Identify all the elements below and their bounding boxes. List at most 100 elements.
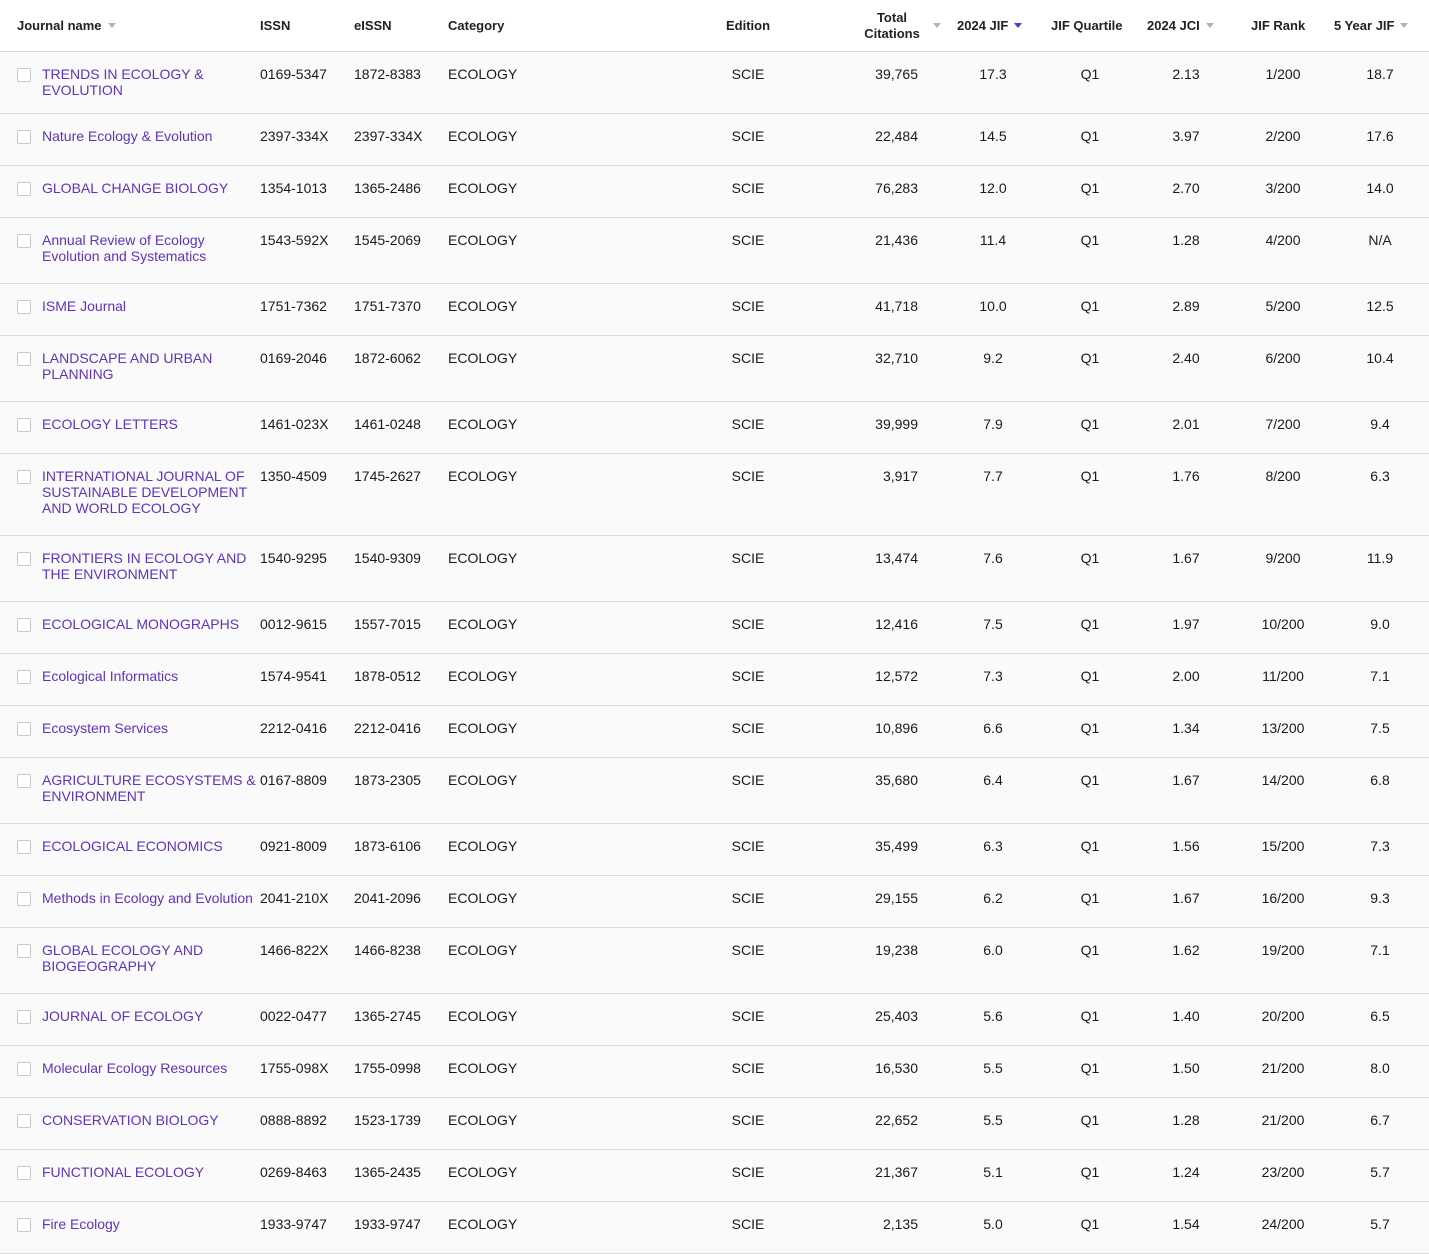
row-checkbox[interactable] xyxy=(17,552,31,566)
row-checkbox[interactable] xyxy=(17,1166,31,1180)
sort-caret-icon[interactable] xyxy=(1400,23,1409,28)
table-row: Ecosystem Services 2212-0416 2212-0416 ECOL… xyxy=(0,706,1429,758)
five-year-jif-cell: 18.7 xyxy=(1366,66,1394,82)
row-checkbox[interactable] xyxy=(17,418,31,432)
jif-cell: 11.4 xyxy=(979,232,1007,248)
column-header-2024-jci[interactable]: 2024 JCI xyxy=(1147,0,1214,51)
row-checkbox[interactable] xyxy=(17,722,31,736)
journal-name-link[interactable]: FUNCTIONAL ECOLOGY xyxy=(42,1164,260,1180)
journal-name-link[interactable]: ECOLOGICAL ECONOMICS xyxy=(42,838,260,854)
journal-name-link[interactable]: Nature Ecology & Evolution xyxy=(42,128,260,144)
total-citations-cell: 22,652 xyxy=(875,1112,918,1128)
journal-name-link[interactable]: JOURNAL OF ECOLOGY xyxy=(42,1008,260,1024)
table-row: ECOLOGICAL MONOGRAPHS 0012-9615 1557-7015 E… xyxy=(0,602,1429,654)
row-checkbox[interactable] xyxy=(17,130,31,144)
table-row: FRONTIERS IN ECOLOGY AND THE ENVIRONMENT… xyxy=(0,536,1429,602)
row-checkbox[interactable] xyxy=(17,840,31,854)
jif-rank-cell: 3/200 xyxy=(1265,180,1301,196)
edition-cell: SCIE xyxy=(731,838,765,854)
journal-name-link[interactable]: ECOLOGICAL MONOGRAPHS xyxy=(42,616,260,632)
eissn-cell: 2212-0416 xyxy=(354,720,421,736)
eissn-cell: 1365-2745 xyxy=(354,1008,421,1024)
category-cell: ECOLOGY xyxy=(448,66,518,82)
jif-quartile-cell: Q1 xyxy=(1080,838,1100,854)
journal-name-link[interactable]: FRONTIERS IN ECOLOGY AND THE ENVIRONMENT xyxy=(42,550,260,582)
column-header-jif-quartile: JIF Quartile xyxy=(1051,0,1123,51)
total-citations-cell: 29,155 xyxy=(875,890,918,906)
jif-rank-cell: 21/200 xyxy=(1261,1112,1305,1128)
row-checkbox[interactable] xyxy=(17,352,31,366)
issn-cell: 0022-0477 xyxy=(260,1008,327,1024)
column-header-total-citations[interactable]: Total Citations xyxy=(852,0,946,51)
row-checkbox[interactable] xyxy=(17,1114,31,1128)
journal-name-link[interactable]: ISME Journal xyxy=(42,298,260,314)
column-header-5-year-jif[interactable]: 5 Year JIF xyxy=(1334,0,1409,51)
issn-cell: 0888-8892 xyxy=(260,1112,327,1128)
sort-caret-icon[interactable] xyxy=(1205,23,1214,28)
edition-cell: SCIE xyxy=(731,128,765,144)
jif-rank-cell: 1/200 xyxy=(1265,66,1301,82)
journal-name-link[interactable]: INTERNATIONAL JOURNAL OF SUSTAINABLE DEV… xyxy=(42,468,260,516)
eissn-cell: 1461-0248 xyxy=(354,416,421,432)
journal-name-link[interactable]: ECOLOGY LETTERS xyxy=(42,416,260,432)
row-checkbox[interactable] xyxy=(17,182,31,196)
row-checkbox[interactable] xyxy=(17,1010,31,1024)
table-row: JOURNAL OF ECOLOGY 0022-0477 1365-2745 ECOL… xyxy=(0,994,1429,1046)
jif-rank-cell: 13/200 xyxy=(1261,720,1305,736)
sort-caret-icon[interactable] xyxy=(1014,23,1023,28)
journal-name-link[interactable]: LANDSCAPE AND URBAN PLANNING xyxy=(42,350,260,382)
category-cell: ECOLOGY xyxy=(448,720,518,736)
jci-cell: 1.50 xyxy=(1172,1060,1200,1076)
table-row: GLOBAL ECOLOGY AND BIOGEOGRAPHY 1466-822X… xyxy=(0,928,1429,994)
row-checkbox[interactable] xyxy=(17,774,31,788)
table-row: Ecological Informatics 1574-9541 1878-0512… xyxy=(0,654,1429,706)
jif-quartile-cell: Q1 xyxy=(1080,298,1100,314)
column-header-label: 5 Year JIF xyxy=(1334,18,1395,33)
journal-name-link[interactable]: GLOBAL CHANGE BIOLOGY xyxy=(42,180,260,196)
eissn-cell: 1466-8238 xyxy=(354,942,421,958)
category-cell: ECOLOGY xyxy=(448,232,518,248)
row-checkbox[interactable] xyxy=(17,470,31,484)
table-row: CONSERVATION BIOLOGY 0888-8892 1523-1739 EC… xyxy=(0,1098,1429,1150)
row-checkbox[interactable] xyxy=(17,670,31,684)
journal-name-link[interactable]: GLOBAL ECOLOGY AND BIOGEOGRAPHY xyxy=(42,942,260,974)
journal-name-link[interactable]: Molecular Ecology Resources xyxy=(42,1060,260,1076)
row-checkbox[interactable] xyxy=(17,234,31,248)
journal-name-link[interactable]: CONSERVATION BIOLOGY xyxy=(42,1112,260,1128)
row-checkbox[interactable] xyxy=(17,892,31,906)
sort-caret-icon[interactable] xyxy=(933,23,941,28)
row-checkbox[interactable] xyxy=(17,300,31,314)
jif-quartile-cell: Q1 xyxy=(1080,550,1100,566)
jif-rank-cell: 24/200 xyxy=(1261,1216,1305,1232)
column-header-label: eISSN xyxy=(354,18,392,33)
five-year-jif-cell: 7.1 xyxy=(1370,668,1390,684)
jif-quartile-cell: Q1 xyxy=(1080,468,1100,484)
issn-cell: 1466-822X xyxy=(260,942,329,958)
column-header-journal-name[interactable]: Journal name xyxy=(17,0,116,51)
five-year-jif-cell: 8.0 xyxy=(1370,1060,1390,1076)
row-checkbox[interactable] xyxy=(17,944,31,958)
issn-cell: 0169-5347 xyxy=(260,66,327,82)
issn-cell: 0921-8009 xyxy=(260,838,327,854)
sort-caret-icon[interactable] xyxy=(107,23,116,28)
total-citations-cell: 39,765 xyxy=(875,66,918,82)
journal-name-link[interactable]: Ecosystem Services xyxy=(42,720,260,736)
row-checkbox[interactable] xyxy=(17,618,31,632)
eissn-cell: 1557-7015 xyxy=(354,616,421,632)
journal-name-link[interactable]: AGRICULTURE ECOSYSTEMS & ENVIRONMENT xyxy=(42,772,260,804)
total-citations-cell: 12,416 xyxy=(875,616,918,632)
table-row: ECOLOGICAL ECONOMICS 0921-8009 1873-6106 EC… xyxy=(0,824,1429,876)
journal-name-link[interactable]: TRENDS IN ECOLOGY & EVOLUTION xyxy=(42,66,260,98)
column-header-2024-jif[interactable]: 2024 JIF xyxy=(957,0,1023,51)
journal-name-link[interactable]: Fire Ecology xyxy=(42,1216,260,1232)
total-citations-cell: 25,403 xyxy=(875,1008,918,1024)
row-checkbox[interactable] xyxy=(17,68,31,82)
journal-name-link[interactable]: Methods in Ecology and Evolution xyxy=(42,890,260,906)
jif-quartile-cell: Q1 xyxy=(1080,1060,1100,1076)
jif-rank-cell: 5/200 xyxy=(1265,298,1301,314)
five-year-jif-cell: 11.9 xyxy=(1366,550,1394,566)
row-checkbox[interactable] xyxy=(17,1218,31,1232)
journal-name-link[interactable]: Annual Review of Ecology Evolution and S… xyxy=(42,232,260,264)
journal-name-link[interactable]: Ecological Informatics xyxy=(42,668,260,684)
row-checkbox[interactable] xyxy=(17,1062,31,1076)
